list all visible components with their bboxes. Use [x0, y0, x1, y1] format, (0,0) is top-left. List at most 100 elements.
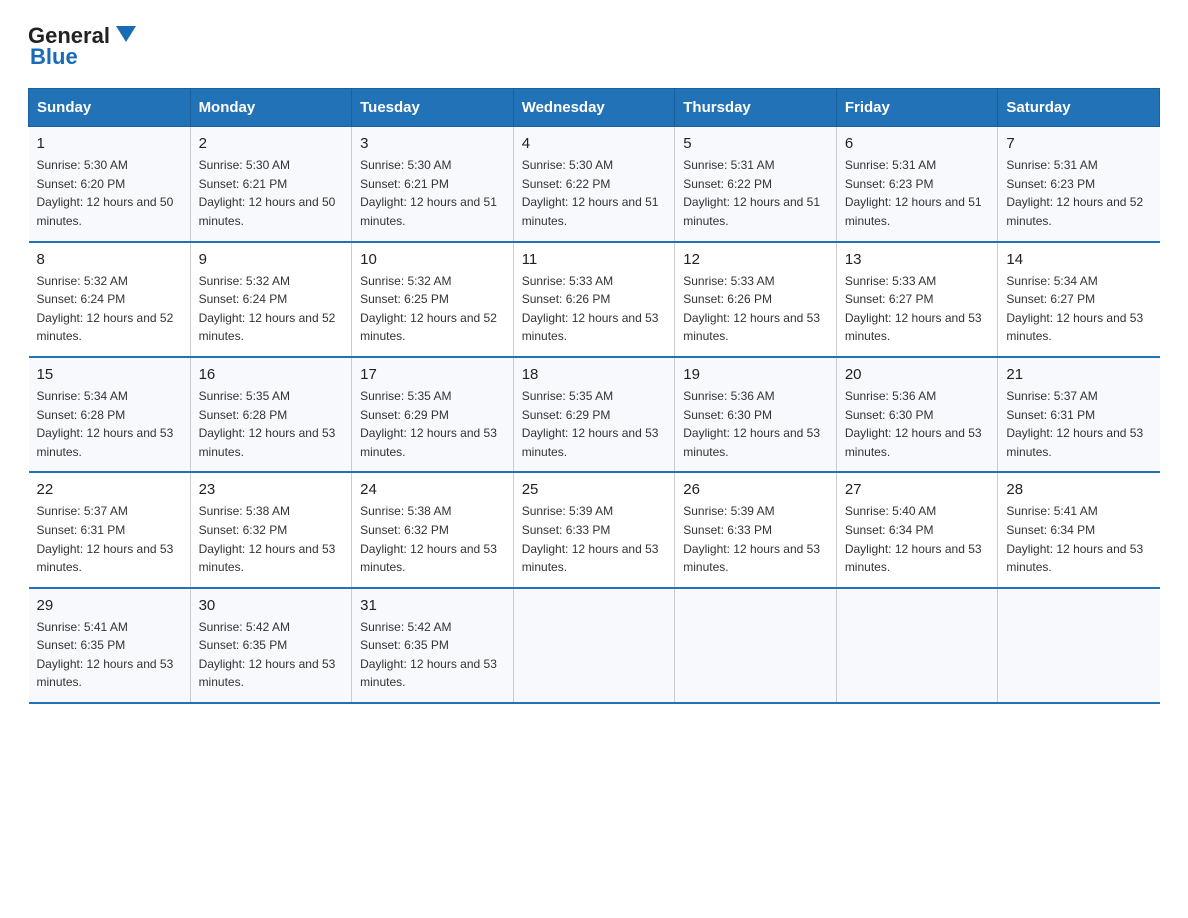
day-info: Sunrise: 5:39 AMSunset: 6:33 PMDaylight:…: [522, 502, 667, 576]
day-number: 3: [360, 135, 505, 152]
day-cell: 4 Sunrise: 5:30 AMSunset: 6:22 PMDayligh…: [513, 127, 675, 242]
day-info: Sunrise: 5:38 AMSunset: 6:32 PMDaylight:…: [199, 502, 344, 576]
day-info: Sunrise: 5:33 AMSunset: 6:27 PMDaylight:…: [845, 272, 990, 346]
weekday-header-thursday: Thursday: [675, 89, 837, 127]
day-info: Sunrise: 5:38 AMSunset: 6:32 PMDaylight:…: [360, 502, 505, 576]
day-cell: 5 Sunrise: 5:31 AMSunset: 6:22 PMDayligh…: [675, 127, 837, 242]
weekday-header-wednesday: Wednesday: [513, 89, 675, 127]
day-cell: 24 Sunrise: 5:38 AMSunset: 6:32 PMDaylig…: [352, 472, 514, 587]
day-cell: 28 Sunrise: 5:41 AMSunset: 6:34 PMDaylig…: [998, 472, 1160, 587]
day-number: 1: [37, 135, 182, 152]
day-number: 13: [845, 251, 990, 268]
day-cell: 8 Sunrise: 5:32 AMSunset: 6:24 PMDayligh…: [29, 242, 191, 357]
day-cell: 31 Sunrise: 5:42 AMSunset: 6:35 PMDaylig…: [352, 588, 514, 703]
day-cell: 25 Sunrise: 5:39 AMSunset: 6:33 PMDaylig…: [513, 472, 675, 587]
day-info: Sunrise: 5:33 AMSunset: 6:26 PMDaylight:…: [683, 272, 828, 346]
day-number: 24: [360, 481, 505, 498]
day-info: Sunrise: 5:32 AMSunset: 6:24 PMDaylight:…: [37, 272, 182, 346]
day-info: Sunrise: 5:36 AMSunset: 6:30 PMDaylight:…: [845, 387, 990, 461]
weekday-header-friday: Friday: [836, 89, 998, 127]
day-number: 20: [845, 366, 990, 383]
day-info: Sunrise: 5:35 AMSunset: 6:28 PMDaylight:…: [199, 387, 344, 461]
day-number: 5: [683, 135, 828, 152]
header: General Blue: [28, 24, 1160, 70]
day-number: 2: [199, 135, 344, 152]
day-cell: 14 Sunrise: 5:34 AMSunset: 6:27 PMDaylig…: [998, 242, 1160, 357]
day-cell: 20 Sunrise: 5:36 AMSunset: 6:30 PMDaylig…: [836, 357, 998, 472]
day-cell: 6 Sunrise: 5:31 AMSunset: 6:23 PMDayligh…: [836, 127, 998, 242]
weekday-header-saturday: Saturday: [998, 89, 1160, 127]
day-number: 31: [360, 597, 505, 614]
day-info: Sunrise: 5:36 AMSunset: 6:30 PMDaylight:…: [683, 387, 828, 461]
day-info: Sunrise: 5:30 AMSunset: 6:21 PMDaylight:…: [199, 156, 344, 230]
day-number: 26: [683, 481, 828, 498]
day-number: 16: [199, 366, 344, 383]
day-info: Sunrise: 5:42 AMSunset: 6:35 PMDaylight:…: [360, 618, 505, 692]
weekday-header-row: SundayMondayTuesdayWednesdayThursdayFrid…: [29, 89, 1160, 127]
day-number: 22: [37, 481, 182, 498]
day-cell: [836, 588, 998, 703]
day-cell: [513, 588, 675, 703]
day-info: Sunrise: 5:35 AMSunset: 6:29 PMDaylight:…: [360, 387, 505, 461]
day-number: 29: [37, 597, 182, 614]
day-info: Sunrise: 5:37 AMSunset: 6:31 PMDaylight:…: [37, 502, 182, 576]
day-cell: 16 Sunrise: 5:35 AMSunset: 6:28 PMDaylig…: [190, 357, 352, 472]
day-cell: 19 Sunrise: 5:36 AMSunset: 6:30 PMDaylig…: [675, 357, 837, 472]
day-info: Sunrise: 5:31 AMSunset: 6:22 PMDaylight:…: [683, 156, 828, 230]
day-cell: 23 Sunrise: 5:38 AMSunset: 6:32 PMDaylig…: [190, 472, 352, 587]
day-number: 6: [845, 135, 990, 152]
week-row-5: 29 Sunrise: 5:41 AMSunset: 6:35 PMDaylig…: [29, 588, 1160, 703]
week-row-4: 22 Sunrise: 5:37 AMSunset: 6:31 PMDaylig…: [29, 472, 1160, 587]
logo-icon: [112, 20, 140, 48]
day-number: 19: [683, 366, 828, 383]
day-info: Sunrise: 5:40 AMSunset: 6:34 PMDaylight:…: [845, 502, 990, 576]
day-info: Sunrise: 5:31 AMSunset: 6:23 PMDaylight:…: [1006, 156, 1151, 230]
day-cell: 3 Sunrise: 5:30 AMSunset: 6:21 PMDayligh…: [352, 127, 514, 242]
day-info: Sunrise: 5:32 AMSunset: 6:25 PMDaylight:…: [360, 272, 505, 346]
day-cell: [675, 588, 837, 703]
day-number: 8: [37, 251, 182, 268]
day-cell: 21 Sunrise: 5:37 AMSunset: 6:31 PMDaylig…: [998, 357, 1160, 472]
day-info: Sunrise: 5:39 AMSunset: 6:33 PMDaylight:…: [683, 502, 828, 576]
day-number: 7: [1006, 135, 1151, 152]
day-cell: 26 Sunrise: 5:39 AMSunset: 6:33 PMDaylig…: [675, 472, 837, 587]
week-row-3: 15 Sunrise: 5:34 AMSunset: 6:28 PMDaylig…: [29, 357, 1160, 472]
logo: General Blue: [28, 24, 140, 70]
day-cell: 10 Sunrise: 5:32 AMSunset: 6:25 PMDaylig…: [352, 242, 514, 357]
page: General Blue SundayMondayTuesdayWednesda…: [0, 0, 1188, 724]
day-cell: 7 Sunrise: 5:31 AMSunset: 6:23 PMDayligh…: [998, 127, 1160, 242]
day-info: Sunrise: 5:41 AMSunset: 6:35 PMDaylight:…: [37, 618, 182, 692]
weekday-header-tuesday: Tuesday: [352, 89, 514, 127]
day-info: Sunrise: 5:30 AMSunset: 6:21 PMDaylight:…: [360, 156, 505, 230]
day-info: Sunrise: 5:33 AMSunset: 6:26 PMDaylight:…: [522, 272, 667, 346]
day-info: Sunrise: 5:37 AMSunset: 6:31 PMDaylight:…: [1006, 387, 1151, 461]
day-cell: 11 Sunrise: 5:33 AMSunset: 6:26 PMDaylig…: [513, 242, 675, 357]
day-cell: 29 Sunrise: 5:41 AMSunset: 6:35 PMDaylig…: [29, 588, 191, 703]
day-info: Sunrise: 5:42 AMSunset: 6:35 PMDaylight:…: [199, 618, 344, 692]
day-number: 12: [683, 251, 828, 268]
day-cell: 12 Sunrise: 5:33 AMSunset: 6:26 PMDaylig…: [675, 242, 837, 357]
day-number: 14: [1006, 251, 1151, 268]
calendar-table: SundayMondayTuesdayWednesdayThursdayFrid…: [28, 88, 1160, 704]
day-number: 15: [37, 366, 182, 383]
day-cell: 30 Sunrise: 5:42 AMSunset: 6:35 PMDaylig…: [190, 588, 352, 703]
weekday-header-monday: Monday: [190, 89, 352, 127]
day-cell: 22 Sunrise: 5:37 AMSunset: 6:31 PMDaylig…: [29, 472, 191, 587]
day-number: 21: [1006, 366, 1151, 383]
day-number: 4: [522, 135, 667, 152]
day-number: 30: [199, 597, 344, 614]
day-info: Sunrise: 5:31 AMSunset: 6:23 PMDaylight:…: [845, 156, 990, 230]
calendar-body: 1 Sunrise: 5:30 AMSunset: 6:20 PMDayligh…: [29, 127, 1160, 703]
day-cell: 18 Sunrise: 5:35 AMSunset: 6:29 PMDaylig…: [513, 357, 675, 472]
day-cell: 27 Sunrise: 5:40 AMSunset: 6:34 PMDaylig…: [836, 472, 998, 587]
day-number: 11: [522, 251, 667, 268]
day-number: 17: [360, 366, 505, 383]
logo-line2: Blue: [28, 44, 78, 70]
day-info: Sunrise: 5:35 AMSunset: 6:29 PMDaylight:…: [522, 387, 667, 461]
day-info: Sunrise: 5:30 AMSunset: 6:20 PMDaylight:…: [37, 156, 182, 230]
day-info: Sunrise: 5:30 AMSunset: 6:22 PMDaylight:…: [522, 156, 667, 230]
day-cell: 9 Sunrise: 5:32 AMSunset: 6:24 PMDayligh…: [190, 242, 352, 357]
week-row-2: 8 Sunrise: 5:32 AMSunset: 6:24 PMDayligh…: [29, 242, 1160, 357]
day-cell: 13 Sunrise: 5:33 AMSunset: 6:27 PMDaylig…: [836, 242, 998, 357]
day-number: 18: [522, 366, 667, 383]
